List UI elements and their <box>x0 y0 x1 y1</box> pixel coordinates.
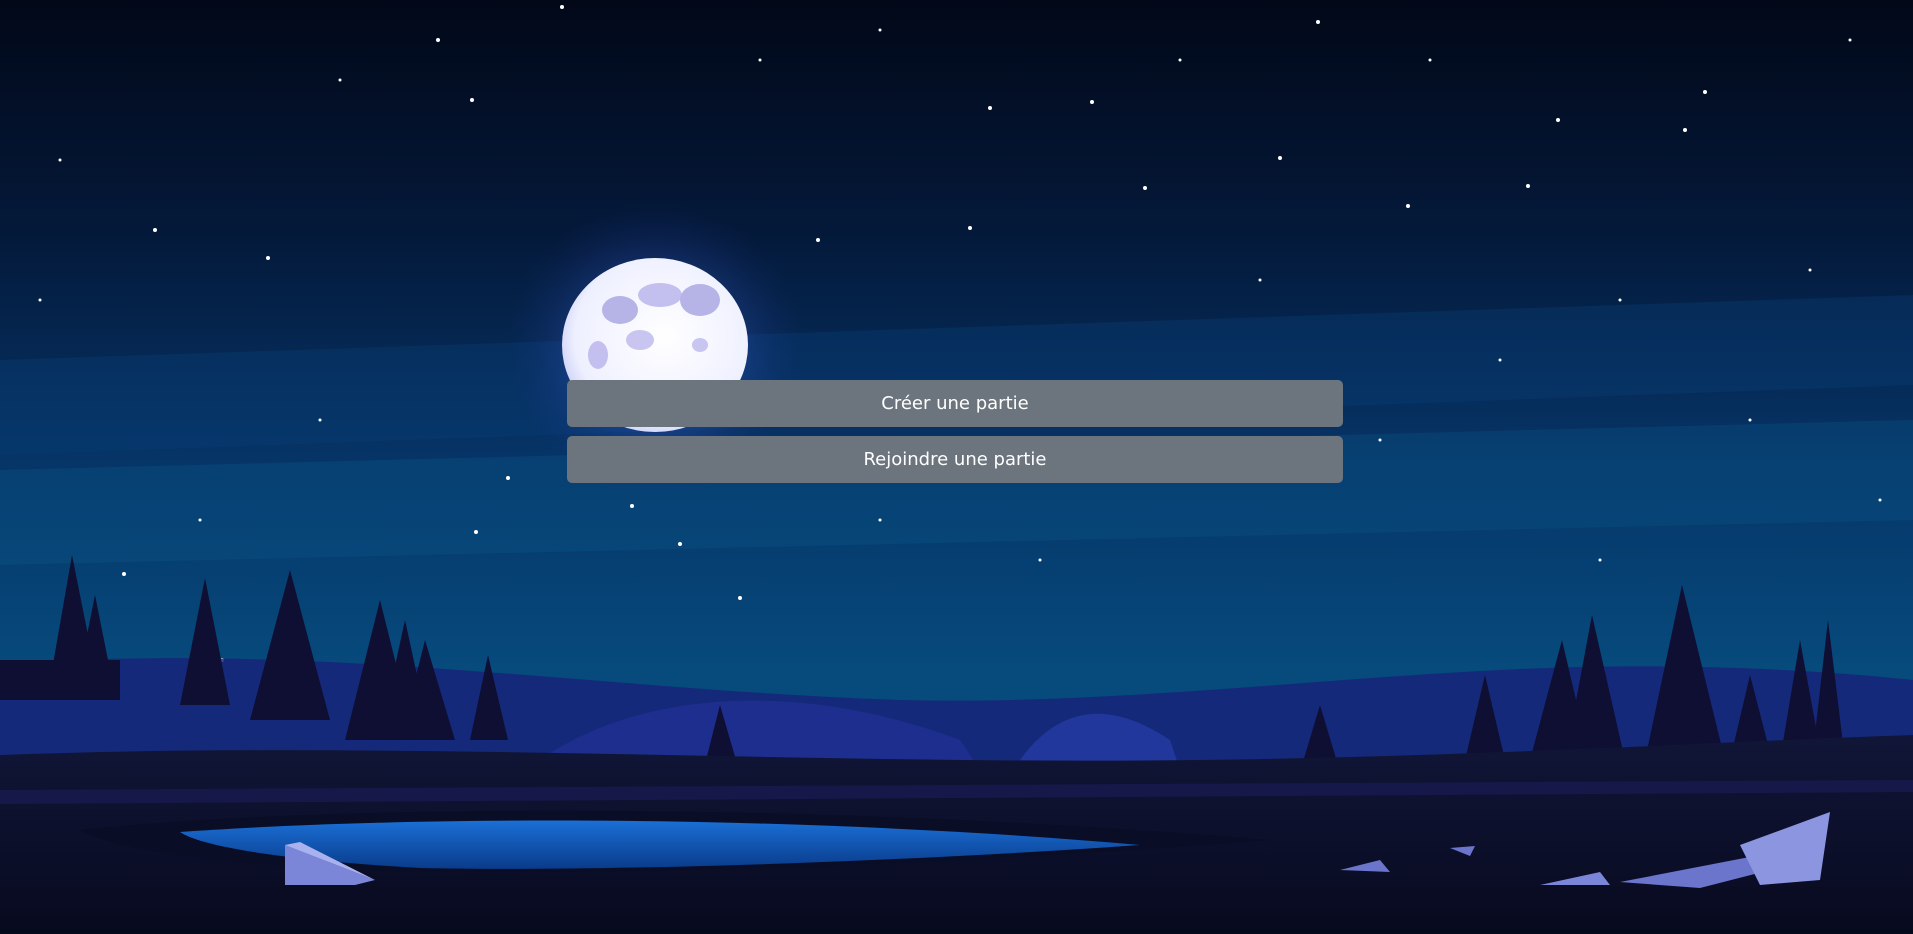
create-game-button[interactable]: Créer une partie <box>567 380 1343 427</box>
join-game-button[interactable]: Rejoindre une partie <box>567 436 1343 483</box>
game-menu-screen: Créer une partie Rejoindre une partie <box>0 0 1913 929</box>
main-menu: Créer une partie Rejoindre une partie <box>567 380 1343 492</box>
